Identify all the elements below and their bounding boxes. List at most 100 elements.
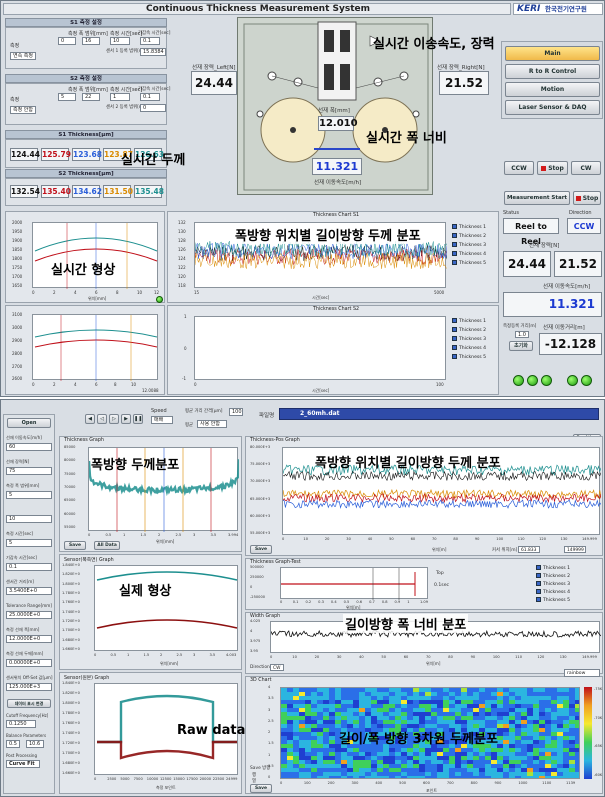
pause-button[interactable]: ❚❚ bbox=[133, 414, 143, 424]
s2-legend-5[interactable]: Thickness 5 bbox=[452, 354, 486, 360]
left-field-value[interactable]: 25.0000E+0 bbox=[6, 611, 52, 619]
cutoff-input[interactable]: 0.1250 bbox=[6, 720, 36, 728]
heatmap-cell bbox=[287, 716, 293, 720]
tg-save-button[interactable]: Save bbox=[64, 541, 86, 550]
dist-interval-input[interactable]: 1.0 bbox=[515, 331, 529, 338]
s1-wait-input[interactable]: 0.1 bbox=[140, 37, 160, 45]
left-field-label: 측정 선재 두께[mm] bbox=[6, 651, 44, 656]
left-field-value[interactable]: 10 bbox=[6, 515, 52, 523]
s2-legend-checkbox[interactable] bbox=[452, 354, 457, 359]
menu-main-button[interactable]: Main bbox=[505, 46, 600, 61]
s2-legend-4[interactable]: Thickness 4 bbox=[452, 345, 486, 351]
s2-legend-checkbox[interactable] bbox=[452, 336, 457, 341]
cw-button[interactable]: CW bbox=[571, 161, 601, 175]
heatmap-cell bbox=[569, 712, 575, 716]
post-select[interactable]: Curve Fit bbox=[6, 760, 40, 768]
balance-a-input[interactable]: 0.5 bbox=[6, 740, 20, 748]
heatmap-cell bbox=[347, 768, 353, 772]
measurement-stop-button[interactable]: Stop bbox=[573, 191, 601, 205]
menu-motion-button[interactable]: Motion bbox=[505, 82, 600, 97]
tt-legend-checkbox[interactable] bbox=[536, 597, 541, 602]
s1-width-to[interactable]: 16 bbox=[82, 37, 100, 45]
play-back-button[interactable]: ◁ bbox=[97, 414, 107, 424]
avg-select[interactable]: 사용 안함 bbox=[197, 420, 227, 428]
view-more-button[interactable]: 데이터 표시 변경 bbox=[7, 699, 51, 708]
left-field-value[interactable]: 0.00000E+0 bbox=[6, 659, 52, 667]
tt-legend-checkbox[interactable] bbox=[536, 581, 541, 586]
s1-mode-select[interactable]: 연속 측정 bbox=[10, 52, 36, 60]
s1-legend-3[interactable]: Thickness 3 bbox=[452, 242, 486, 248]
cursor-value[interactable]: 61.833 bbox=[518, 546, 540, 553]
tt-legend-5[interactable]: Thickness 5 bbox=[536, 597, 570, 603]
s1-legend-checkbox[interactable] bbox=[452, 242, 457, 247]
heatmap-cell bbox=[425, 752, 431, 756]
tt-legend-checkbox[interactable] bbox=[536, 573, 541, 578]
left-field-value[interactable]: 5 bbox=[6, 491, 52, 499]
s2-legend-1[interactable]: Thickness 1 bbox=[452, 318, 486, 324]
s2-mode-select[interactable]: 측정 안함 bbox=[10, 106, 36, 114]
heatmap-cell bbox=[527, 704, 533, 708]
title-bar: Continuous Thickness Measurement System bbox=[3, 3, 511, 15]
balance-b-input[interactable]: 10.6 bbox=[26, 740, 44, 748]
s2-time-input[interactable]: 1 bbox=[110, 93, 130, 101]
colormap-select[interactable]: rainbow bbox=[564, 669, 600, 677]
heatmap-cell bbox=[341, 764, 347, 768]
left-field-value[interactable]: 75 bbox=[6, 467, 52, 475]
s2-legend-checkbox[interactable] bbox=[452, 327, 457, 332]
s1-legend-checkbox[interactable] bbox=[452, 260, 457, 265]
s1-width-from[interactable]: 0 bbox=[58, 37, 76, 45]
left-field-value[interactable]: 5 bbox=[6, 539, 52, 547]
left-field-value[interactable]: 60 bbox=[6, 443, 52, 451]
s2-legend-checkbox[interactable] bbox=[452, 318, 457, 323]
tt-legend-2[interactable]: Thickness 2 bbox=[536, 573, 570, 579]
s1-time-input[interactable]: 10 bbox=[110, 37, 130, 45]
ccw-button[interactable]: CCW bbox=[504, 161, 534, 175]
left-field-value[interactable]: 3.5400E+0 bbox=[6, 587, 52, 595]
rewind-button[interactable]: ◀ bbox=[85, 414, 95, 424]
sr-xtick: 10000 bbox=[146, 777, 159, 781]
end-value[interactable]: 149999 bbox=[564, 546, 586, 553]
tt-legend-3[interactable]: Thickness 3 bbox=[536, 581, 570, 587]
tt-legend-1[interactable]: Thickness 1 bbox=[536, 565, 570, 571]
tg-alldata-button[interactable]: All Data bbox=[94, 541, 120, 550]
tt-legend-label: Thickness 4 bbox=[543, 590, 571, 595]
s1-legend-checkbox[interactable] bbox=[452, 251, 457, 256]
forward-button[interactable]: ▶ bbox=[121, 414, 131, 424]
tt-legend-checkbox[interactable] bbox=[536, 589, 541, 594]
heatmap-cell bbox=[329, 768, 335, 772]
left-field-value[interactable]: 0.1 bbox=[6, 563, 52, 571]
s1-legend-checkbox[interactable] bbox=[452, 224, 457, 229]
reset-button[interactable]: 초기화 bbox=[509, 341, 533, 351]
heatmap-cell bbox=[485, 704, 491, 708]
tt-legend-checkbox[interactable] bbox=[536, 565, 541, 570]
s2-width-from[interactable]: 5 bbox=[58, 93, 76, 101]
tt-legend-4[interactable]: Thickness 4 bbox=[536, 589, 570, 595]
left-field-value[interactable]: 125.000E+3 bbox=[6, 683, 52, 691]
direction-value[interactable]: CW bbox=[270, 664, 284, 671]
left-field-value[interactable]: 12.0000E+0 bbox=[6, 635, 52, 643]
s2-width-to[interactable]: 22 bbox=[82, 93, 100, 101]
s1-legend-1[interactable]: Thickness 1 bbox=[452, 224, 486, 230]
s2-legend-checkbox[interactable] bbox=[452, 345, 457, 350]
menu-r2r-button[interactable]: R to R Control bbox=[505, 64, 600, 79]
heatmap-cell bbox=[455, 772, 461, 776]
s2-legend-3[interactable]: Thickness 3 bbox=[452, 336, 486, 342]
speed-select[interactable]: 매배 bbox=[151, 416, 173, 424]
play-button[interactable]: ▷ bbox=[109, 414, 119, 424]
measurement-start-button[interactable]: Measurement Start bbox=[504, 191, 570, 205]
open-button[interactable]: Open bbox=[7, 418, 51, 428]
s1-legend-2[interactable]: Thickness 2 bbox=[452, 233, 486, 239]
heatmap-cell bbox=[527, 740, 533, 744]
s2-legend-2[interactable]: Thickness 2 bbox=[452, 327, 486, 333]
s1-legend-4[interactable]: Thickness 4 bbox=[452, 251, 486, 257]
menu-laser-button[interactable]: Laser Sensor & DAQ bbox=[505, 100, 600, 115]
avg-dist-input[interactable]: 100 bbox=[229, 408, 243, 416]
s1-legend-5[interactable]: Thickness 5 bbox=[452, 260, 486, 266]
s2-wait-input[interactable]: 0.1 bbox=[140, 93, 160, 101]
tp-save-button[interactable]: Save bbox=[250, 545, 272, 554]
c3-save-button[interactable]: Save bbox=[250, 784, 272, 793]
stop-button[interactable]: Stop bbox=[537, 161, 568, 175]
heatmap-cell bbox=[383, 712, 389, 716]
heatmap-cell bbox=[545, 712, 551, 716]
s1-legend-checkbox[interactable] bbox=[452, 233, 457, 238]
